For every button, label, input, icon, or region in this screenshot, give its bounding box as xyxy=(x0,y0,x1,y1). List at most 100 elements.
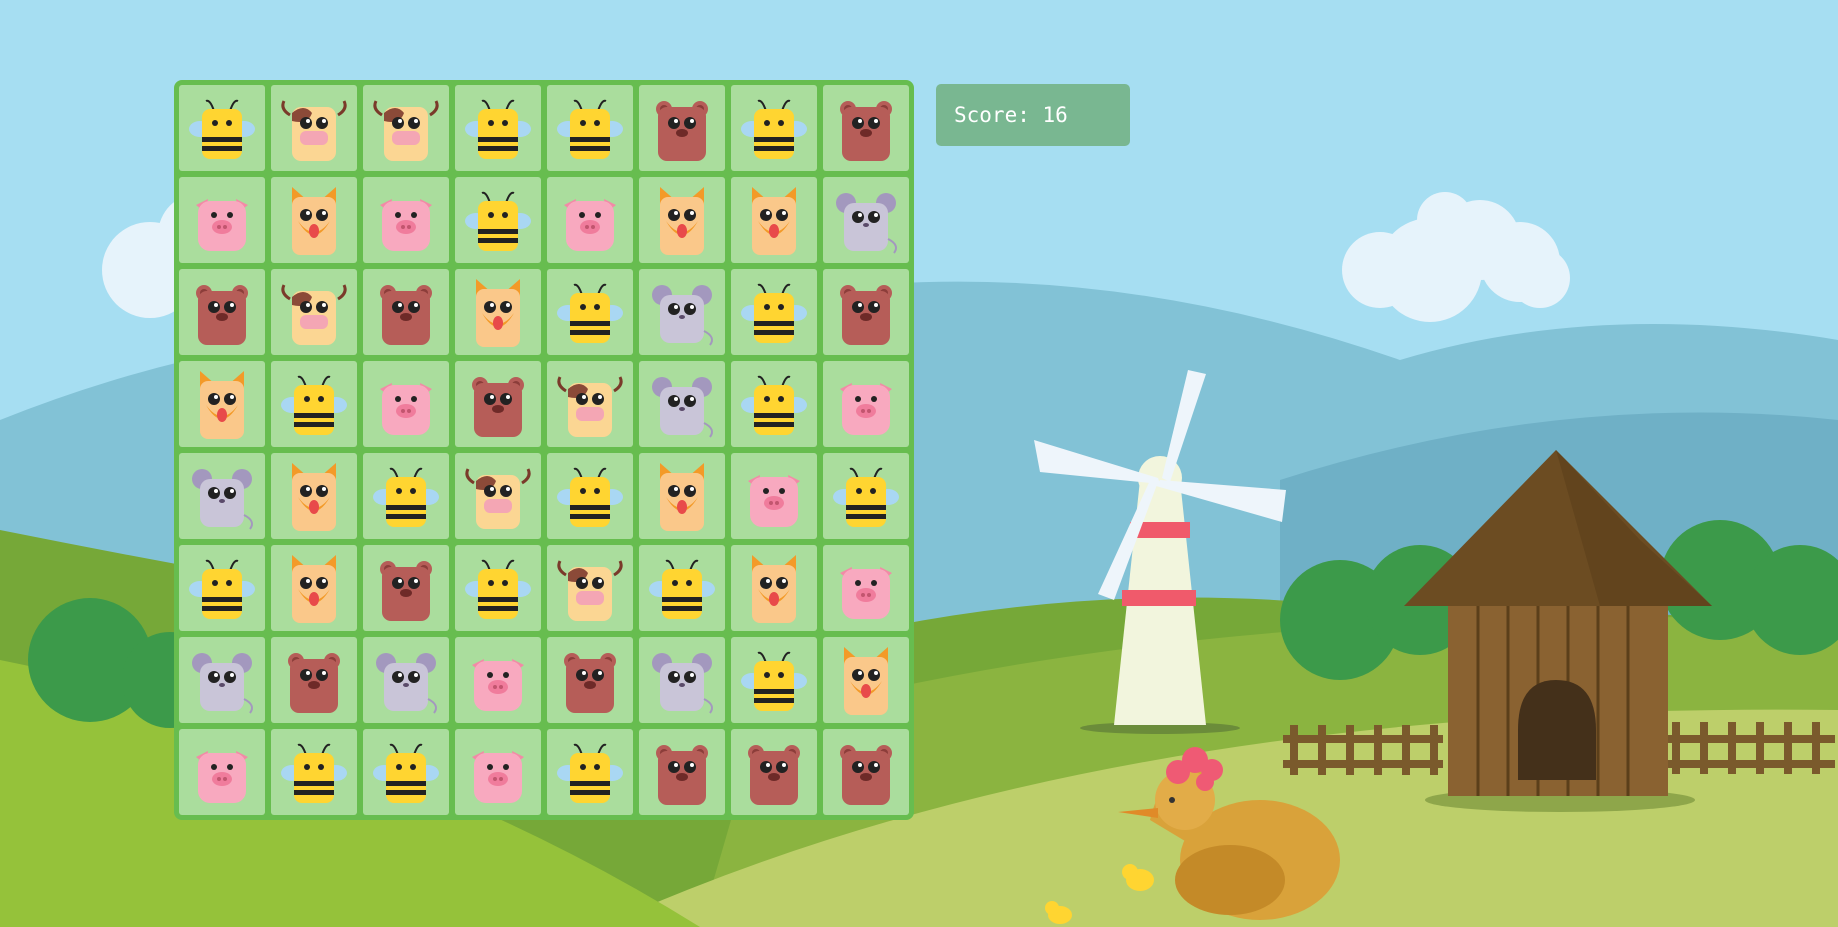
fox-icon xyxy=(200,371,244,439)
cow-icon xyxy=(557,560,623,621)
tile-bear[interactable] xyxy=(363,269,449,355)
tile-bee[interactable] xyxy=(179,85,265,171)
bee-icon xyxy=(741,375,807,435)
bee-icon xyxy=(189,559,255,619)
bear-icon xyxy=(656,101,708,161)
tile-bear[interactable] xyxy=(547,637,633,723)
score-value: 16 xyxy=(1042,103,1068,127)
tile-bee[interactable] xyxy=(271,361,357,447)
fox-icon xyxy=(844,647,888,715)
tile-fox[interactable] xyxy=(271,453,357,539)
fox-icon xyxy=(292,463,336,531)
fox-icon xyxy=(752,555,796,623)
fox-icon xyxy=(660,187,704,255)
fox-icon xyxy=(752,187,796,255)
tile-bee[interactable] xyxy=(547,729,633,815)
pig-icon xyxy=(840,567,892,619)
tile-mouse[interactable] xyxy=(639,361,725,447)
bee-icon xyxy=(649,559,715,619)
tile-bee[interactable] xyxy=(363,729,449,815)
tile-bee[interactable] xyxy=(547,453,633,539)
tile-bear[interactable] xyxy=(823,729,909,815)
tile-pig[interactable] xyxy=(823,545,909,631)
tile-pig[interactable] xyxy=(363,361,449,447)
tile-bee[interactable] xyxy=(455,85,541,171)
pig-icon xyxy=(472,751,524,803)
tile-mouse[interactable] xyxy=(639,269,725,355)
tile-bee[interactable] xyxy=(731,361,817,447)
tile-pig[interactable] xyxy=(179,177,265,263)
mouse-icon xyxy=(192,653,253,714)
tile-cow[interactable] xyxy=(271,269,357,355)
tile-bear[interactable] xyxy=(179,269,265,355)
tile-cow[interactable] xyxy=(363,85,449,171)
tile-bee[interactable] xyxy=(179,545,265,631)
tile-fox[interactable] xyxy=(639,177,725,263)
tile-bee[interactable] xyxy=(731,269,817,355)
bee-icon xyxy=(557,99,623,159)
tile-fox[interactable] xyxy=(179,361,265,447)
tile-mouse[interactable] xyxy=(639,637,725,723)
tile-bear[interactable] xyxy=(455,361,541,447)
pig-icon xyxy=(564,199,616,251)
tile-pig[interactable] xyxy=(363,177,449,263)
tile-bee[interactable] xyxy=(731,637,817,723)
tile-cow[interactable] xyxy=(271,85,357,171)
tile-bear[interactable] xyxy=(823,269,909,355)
pig-icon xyxy=(196,199,248,251)
game-board xyxy=(174,80,914,820)
tile-bear[interactable] xyxy=(823,85,909,171)
tile-fox[interactable] xyxy=(271,177,357,263)
tile-pig[interactable] xyxy=(179,729,265,815)
cloud xyxy=(1342,192,1570,322)
tile-cow[interactable] xyxy=(547,545,633,631)
tile-mouse[interactable] xyxy=(179,453,265,539)
tile-fox[interactable] xyxy=(823,637,909,723)
pig-icon xyxy=(380,199,432,251)
tile-bear[interactable] xyxy=(363,545,449,631)
pig-icon xyxy=(380,383,432,435)
tile-fox[interactable] xyxy=(271,545,357,631)
tile-pig[interactable] xyxy=(547,177,633,263)
bee-icon xyxy=(189,99,255,159)
tile-mouse[interactable] xyxy=(823,177,909,263)
tile-fox[interactable] xyxy=(455,269,541,355)
tile-cow[interactable] xyxy=(455,453,541,539)
tile-bee[interactable] xyxy=(271,729,357,815)
tile-pig[interactable] xyxy=(455,729,541,815)
bear-icon xyxy=(196,285,248,345)
tile-bee[interactable] xyxy=(547,269,633,355)
tile-bee[interactable] xyxy=(455,545,541,631)
tile-pig[interactable] xyxy=(823,361,909,447)
mouse-icon xyxy=(192,469,253,530)
fox-icon xyxy=(292,187,336,255)
tile-bee[interactable] xyxy=(823,453,909,539)
tile-pig[interactable] xyxy=(455,637,541,723)
tile-fox[interactable] xyxy=(731,545,817,631)
tile-cow[interactable] xyxy=(547,361,633,447)
bee-icon xyxy=(741,283,807,343)
fox-icon xyxy=(292,555,336,623)
tile-bear[interactable] xyxy=(639,85,725,171)
tile-bee[interactable] xyxy=(455,177,541,263)
bear-icon xyxy=(288,653,340,713)
tile-bear[interactable] xyxy=(271,637,357,723)
tile-pig[interactable] xyxy=(731,453,817,539)
tile-bee[interactable] xyxy=(547,85,633,171)
bee-icon xyxy=(741,99,807,159)
tile-bee[interactable] xyxy=(639,545,725,631)
tile-mouse[interactable] xyxy=(363,637,449,723)
bear-icon xyxy=(564,653,616,713)
tile-bee[interactable] xyxy=(731,85,817,171)
tile-bear[interactable] xyxy=(639,729,725,815)
tile-bee[interactable] xyxy=(363,453,449,539)
cow-icon xyxy=(465,468,531,529)
bee-icon xyxy=(281,743,347,803)
bee-icon xyxy=(373,743,439,803)
bear-icon xyxy=(840,101,892,161)
tile-mouse[interactable] xyxy=(179,637,265,723)
bear-icon xyxy=(472,377,524,437)
tile-fox[interactable] xyxy=(731,177,817,263)
tile-bear[interactable] xyxy=(731,729,817,815)
tile-fox[interactable] xyxy=(639,453,725,539)
